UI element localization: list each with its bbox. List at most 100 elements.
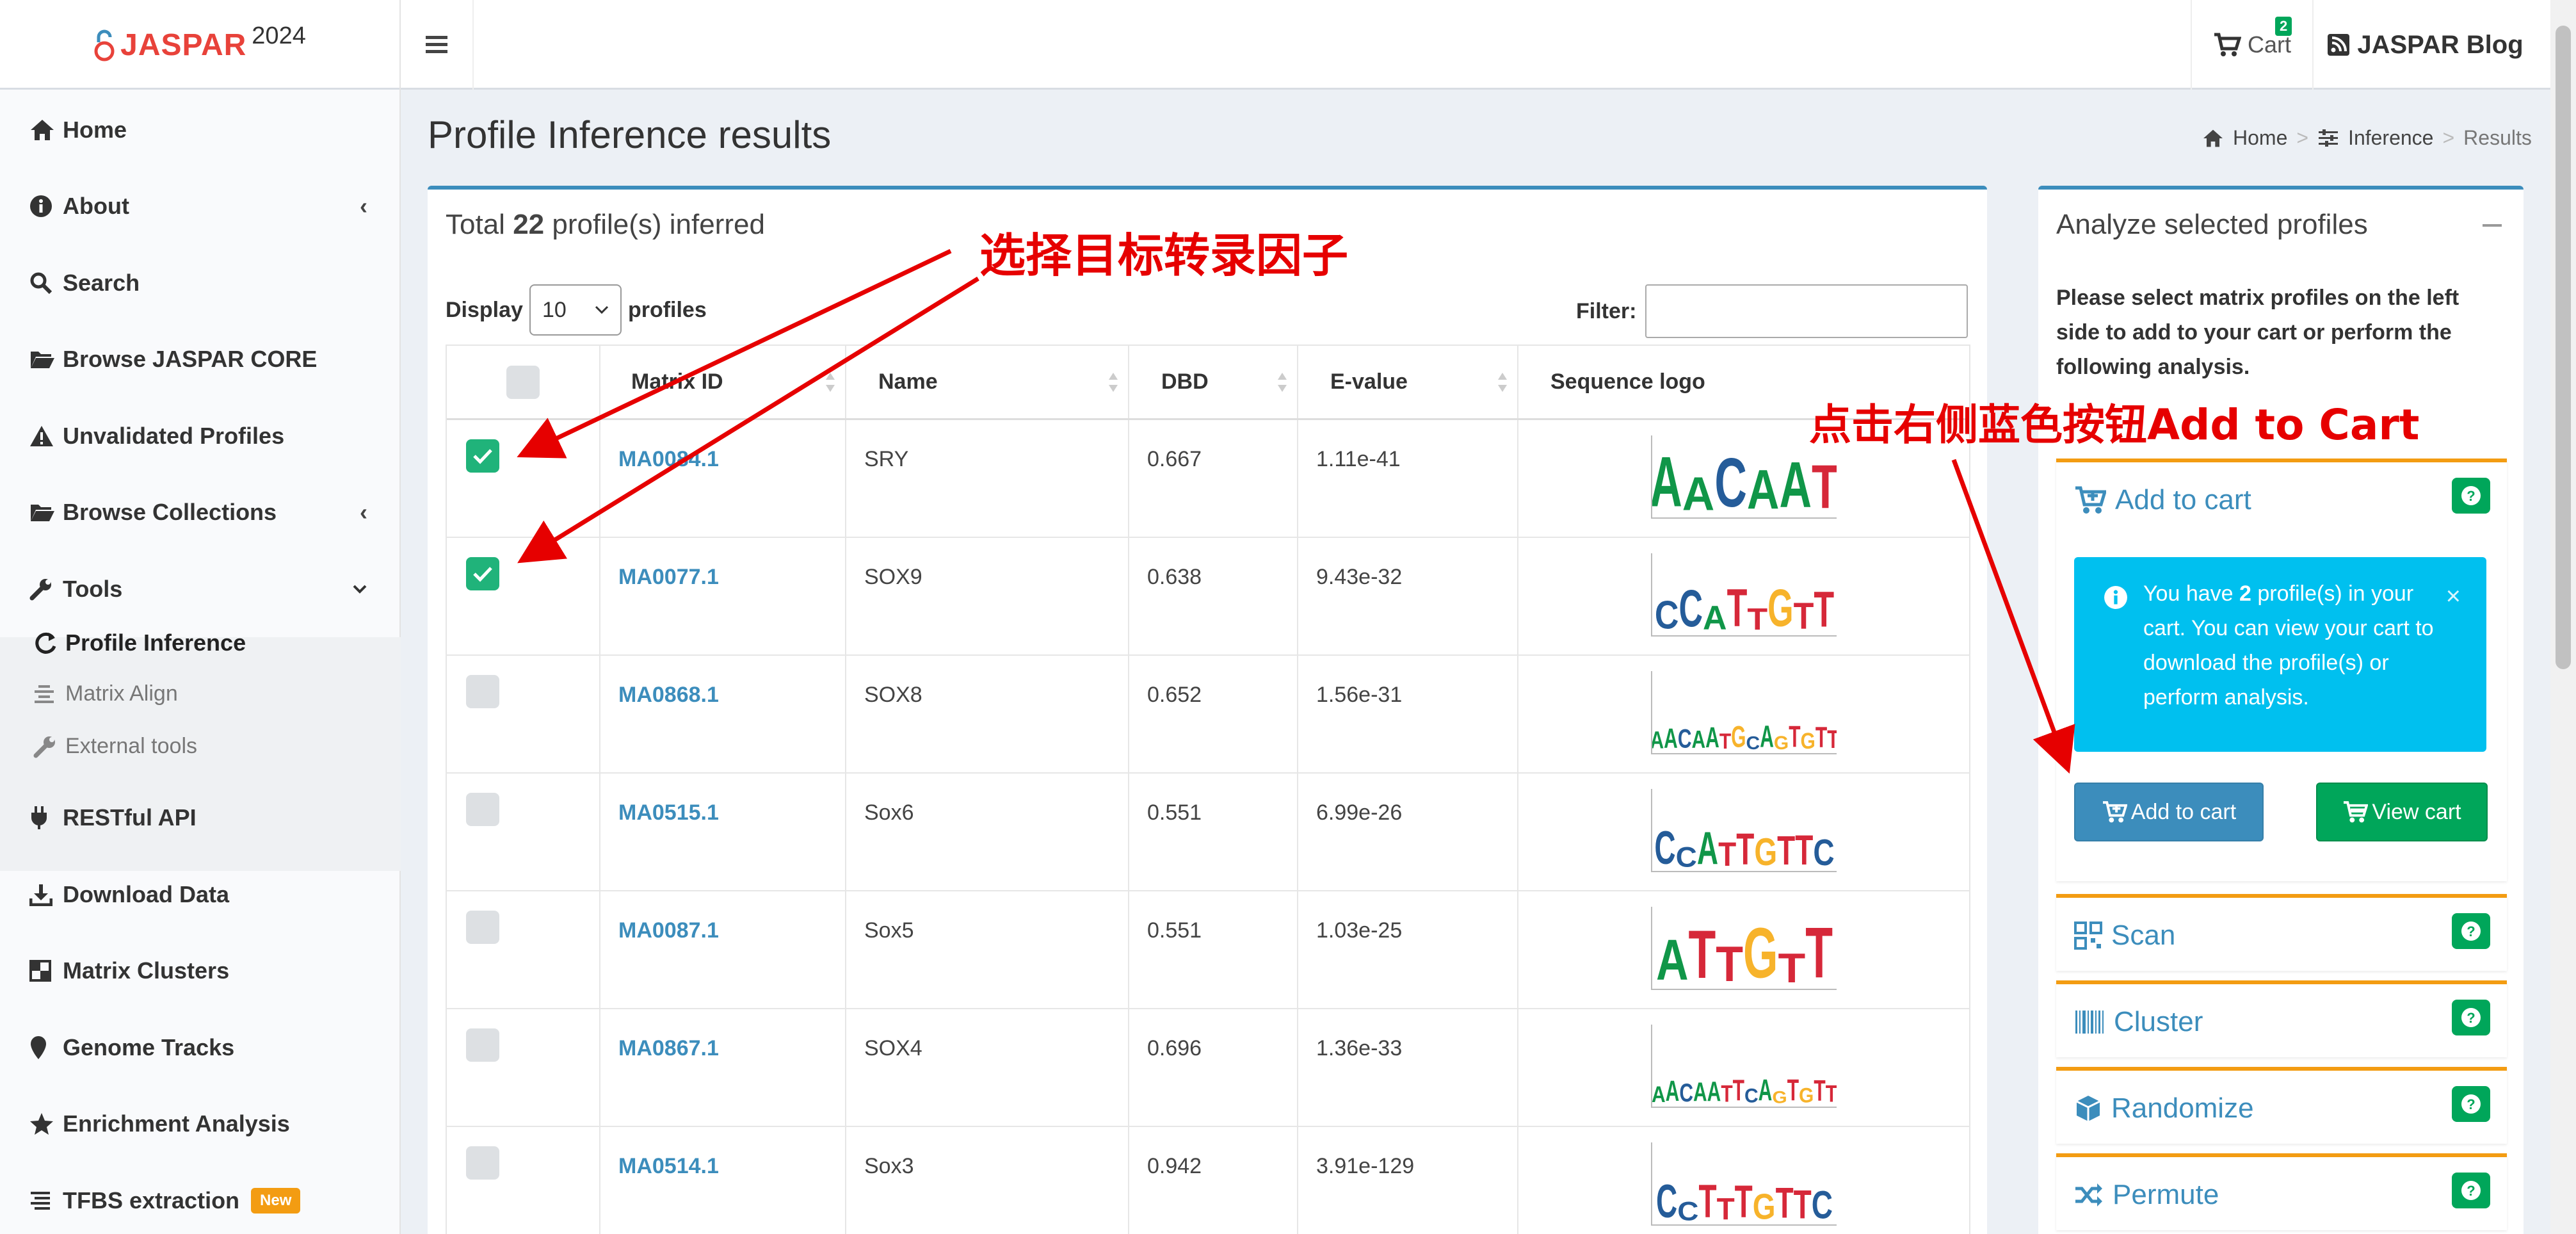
matrix-id-cell[interactable]: MA0084.1 — [600, 420, 846, 537]
help-button[interactable]: ? — [2452, 1000, 2490, 1035]
page-title: Profile Inference results — [428, 113, 832, 156]
row-checkbox[interactable] — [466, 1146, 499, 1180]
dbd-cell-text: 0.638 — [1147, 565, 1202, 589]
display-length-control: Display 10 profiles — [446, 284, 707, 336]
align-icon — [33, 684, 60, 704]
nav-cart[interactable]: Cart 2 — [2191, 0, 2312, 90]
table-row[interactable]: MA0514.1 Sox3 0.942 3.91e-129 C C T T T G T T C — [447, 1127, 1969, 1234]
matrix-id-cell-text[interactable]: MA0514.1 — [618, 1154, 719, 1179]
row-checkbox[interactable] — [466, 911, 499, 944]
matrix-id-cell[interactable]: MA0515.1 — [600, 774, 846, 890]
sequence-logo-image: CCTTTGTTC — [1651, 1142, 1837, 1226]
breadcrumb-separator: > — [2442, 126, 2455, 149]
sidebar-item-search[interactable]: Search — [0, 248, 401, 318]
breadcrumb-current: Results — [2463, 126, 2532, 149]
table-header: Matrix ID Name DBD E-value Sequence logo — [447, 346, 1969, 420]
dbd-cell: 0.667 — [1129, 420, 1298, 537]
check-icon — [473, 449, 492, 464]
add-to-cart-button[interactable]: Add to cart — [2074, 783, 2264, 841]
dbd-cell-text: 0.551 — [1147, 800, 1202, 825]
total-suffix: profile(s) inferred — [552, 209, 765, 240]
sidebar-item-enrichment[interactable]: Enrichment Analysis — [0, 1089, 401, 1159]
scan-header[interactable]: Scan — [2056, 898, 2507, 973]
row-checkbox[interactable] — [466, 439, 499, 473]
total-prefix: Total — [446, 209, 505, 240]
table-row[interactable]: MA0868.1 SOX8 0.652 1.56e-31 AACAATGCAGTGTT — [447, 656, 1969, 774]
sidebar-item-download-data[interactable]: Download Data — [0, 859, 401, 930]
table-row[interactable]: MA0084.1 SRY 0.667 1.11e-41 A A C A A T — [447, 420, 1969, 538]
breadcrumb-separator: > — [2296, 126, 2309, 149]
cluster-title: Cluster — [2114, 1006, 2203, 1037]
matrix-id-cell[interactable]: MA0867.1 — [600, 1009, 846, 1126]
sidebar-subitem-external-tools[interactable]: External tools — [33, 734, 197, 759]
breadcrumb-home[interactable]: Home — [2233, 126, 2287, 150]
sort-icon — [826, 373, 835, 392]
header-dbd[interactable]: DBD — [1129, 346, 1298, 418]
select-all-checkbox[interactable] — [506, 365, 540, 399]
sidebar-toggle-button[interactable] — [401, 0, 474, 90]
filter-input[interactable] — [1645, 284, 1968, 338]
dbd-cell-text: 0.942 — [1147, 1154, 1202, 1178]
row-checkbox[interactable] — [466, 557, 499, 590]
brand-logo[interactable]: JASPAR 2024 — [0, 0, 401, 90]
matrix-id-cell-text[interactable]: MA0077.1 — [618, 565, 719, 590]
row-checkbox[interactable] — [466, 675, 499, 708]
row-checkbox[interactable] — [466, 793, 499, 826]
add-to-cart-header[interactable]: Add to cart — [2056, 462, 2507, 538]
header-evalue[interactable]: E-value — [1298, 346, 1518, 418]
sidebar-item-browse-core[interactable]: Browse JASPAR CORE — [0, 324, 401, 394]
matrix-id-cell-text[interactable]: MA0868.1 — [618, 683, 719, 708]
scrollbar-thumb[interactable] — [2556, 26, 2571, 669]
column-label: Matrix ID — [631, 369, 723, 394]
permute-header[interactable]: Permute — [2056, 1157, 2507, 1233]
nav-blog-link[interactable]: JASPAR Blog — [2312, 0, 2538, 90]
name-cell: SOX4 — [846, 1009, 1129, 1126]
sidebar-subitem-profile-inference[interactable]: Profile Inference — [33, 629, 246, 656]
sidebar-item-tfbs-extraction[interactable]: TFBS extraction New — [0, 1165, 401, 1234]
matrix-id-cell[interactable]: MA0514.1 — [600, 1127, 846, 1234]
matrix-id-cell-text[interactable]: MA0087.1 — [618, 918, 719, 943]
table-row[interactable]: MA0515.1 Sox6 0.551 6.99e-26 C C A T T G T T C — [447, 774, 1969, 891]
sidebar-item-unvalidated[interactable]: Unvalidated Profiles — [0, 401, 401, 471]
randomize-header[interactable]: Randomize — [2056, 1071, 2507, 1146]
alert-close-icon[interactable]: × — [2446, 579, 2461, 613]
sidebar-item-restful-api[interactable]: RESTful API — [0, 783, 401, 853]
sequence-logo-image: ATTGTT — [1651, 907, 1837, 990]
sidebar-subitem-matrix-align[interactable]: Matrix Align — [33, 681, 178, 706]
column-label: E-value — [1330, 369, 1408, 394]
matrix-id-cell[interactable]: MA0868.1 — [600, 656, 846, 772]
sidebar-item-tools[interactable]: Tools — [0, 554, 401, 624]
sidebar-item-matrix-clusters[interactable]: Matrix Clusters — [0, 936, 401, 1006]
collapse-minus-icon[interactable] — [2483, 224, 2502, 227]
name-cell: Sox6 — [846, 774, 1129, 890]
help-button[interactable]: ? — [2452, 913, 2490, 949]
sidebar-item-home[interactable]: Home — [0, 95, 401, 165]
table-row[interactable]: MA0867.1 SOX4 0.696 1.36e-33 A A C A A T T C A G T G T T — [447, 1009, 1969, 1127]
header-matrix-id[interactable]: Matrix ID — [600, 346, 846, 418]
matrix-id-cell[interactable]: MA0087.1 — [600, 891, 846, 1008]
barcode-icon — [2075, 1011, 2104, 1034]
sidebar-item-genome-tracks[interactable]: Genome Tracks — [0, 1012, 401, 1083]
matrix-id-cell-text[interactable]: MA0867.1 — [618, 1036, 719, 1061]
matrix-id-cell[interactable]: MA0077.1 — [600, 538, 846, 654]
header-name[interactable]: Name — [846, 346, 1129, 418]
cart-plus-icon — [2075, 486, 2106, 514]
row-checkbox[interactable] — [466, 1028, 499, 1062]
sidebar-item-browse-collections[interactable]: Browse Collections ‹ — [0, 477, 401, 548]
table-row[interactable]: MA0087.1 Sox5 0.551 1.03e-25 A T T G T T — [447, 891, 1969, 1009]
sequence-logo-cell: ATTGTT — [1518, 891, 1969, 1008]
lock-logo-icon — [93, 28, 115, 61]
view-cart-button[interactable]: View cart — [2316, 783, 2488, 841]
help-button[interactable]: ? — [2452, 1086, 2490, 1122]
cluster-header[interactable]: Cluster — [2056, 984, 2507, 1060]
dbd-cell-text: 0.667 — [1147, 447, 1202, 471]
dbd-cell: 0.652 — [1129, 656, 1298, 772]
matrix-id-cell-text[interactable]: MA0084.1 — [618, 447, 719, 472]
page-length-select[interactable]: 10 — [529, 284, 622, 336]
breadcrumb-inference[interactable]: Inference — [2348, 126, 2433, 150]
table-row[interactable]: MA0077.1 SOX9 0.638 9.43e-32 C C A T T G T T — [447, 538, 1969, 656]
help-button[interactable]: ? — [2452, 1173, 2490, 1208]
matrix-id-cell-text[interactable]: MA0515.1 — [618, 800, 719, 825]
help-button[interactable]: ? — [2452, 478, 2490, 514]
sidebar-item-about[interactable]: About ‹ — [0, 171, 401, 241]
